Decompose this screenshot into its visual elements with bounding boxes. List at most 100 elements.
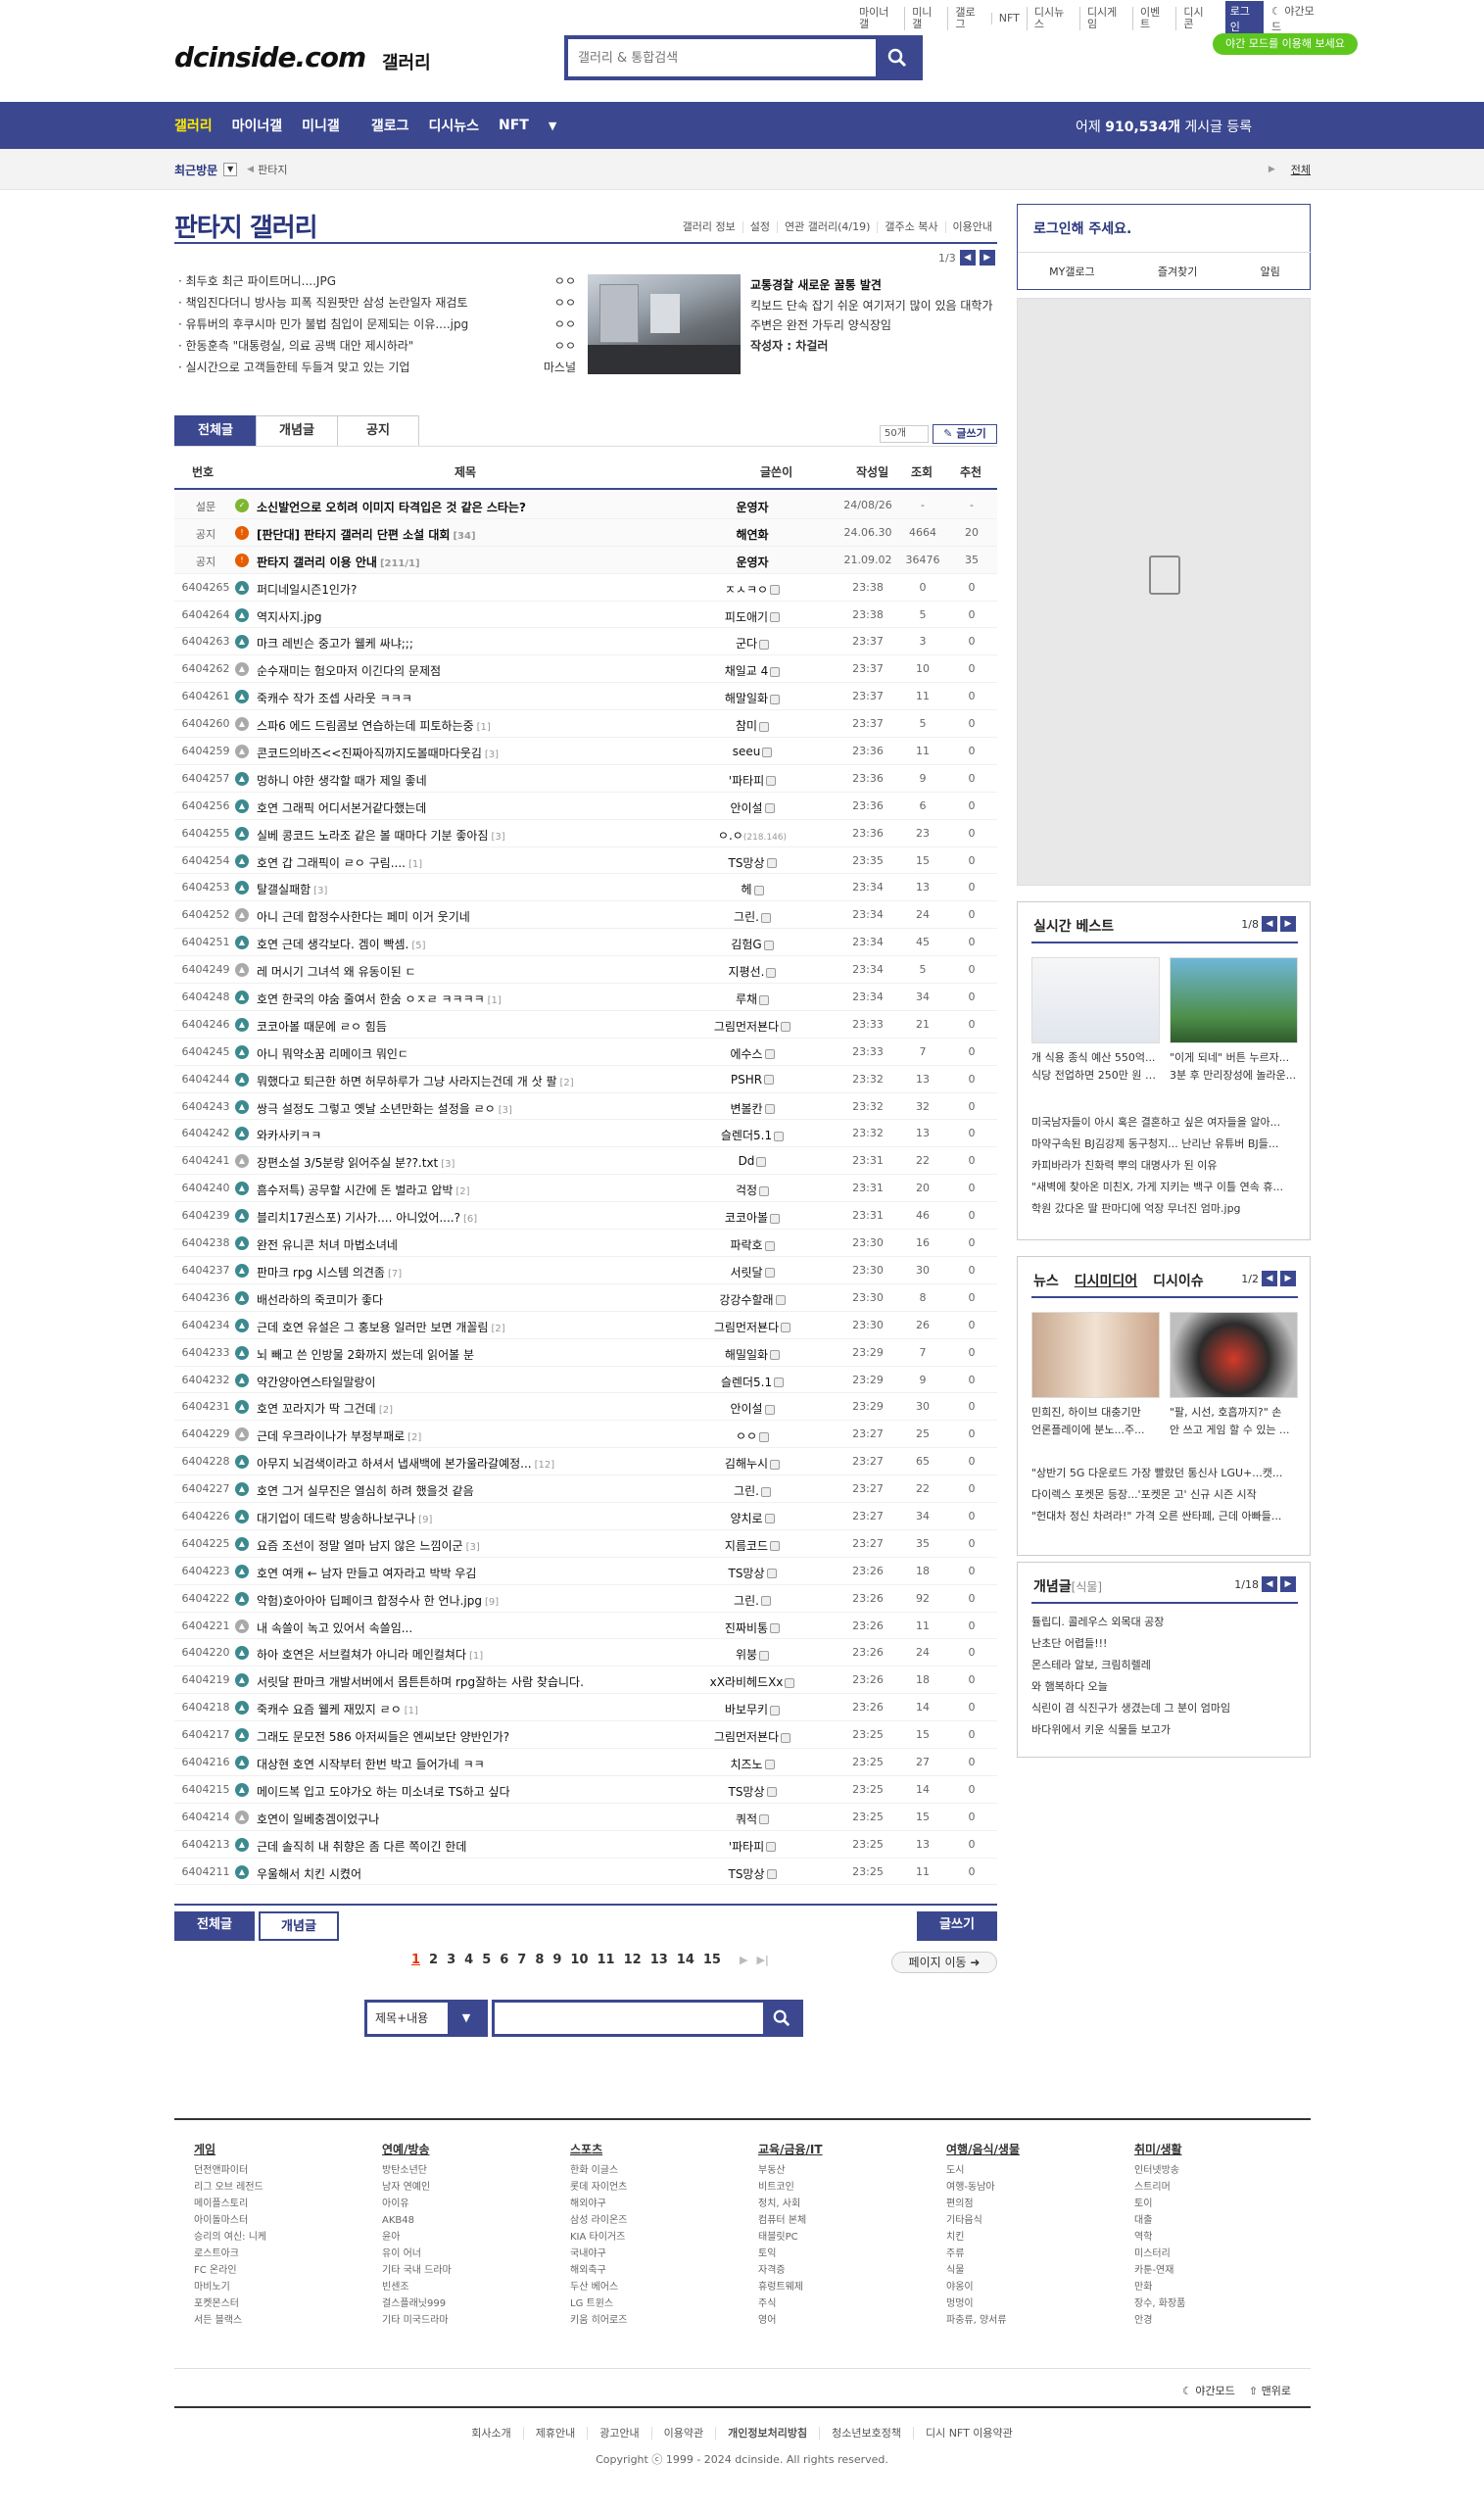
widget-list-item[interactable]: "헌대차 정신 차려라!" 가격 오른 싼타페, 근데 아빠들... (1031, 1506, 1298, 1527)
post-title-text[interactable]: 판마크 rpg 시스템 의견좀 (257, 1266, 385, 1280)
footer-link[interactable]: 청소년보호정책 (819, 2427, 913, 2440)
table-row[interactable]: 6404243 ▲ 쌍극 설정도 그렇고 옛날 소년만화는 설정을 ㄹㅇ [3] 변볼칸… (174, 1093, 997, 1121)
next-icon[interactable]: ▶ (1280, 1271, 1296, 1286)
write-button-bottom[interactable]: 글쓰기 (917, 1911, 997, 1941)
widget-list-item[interactable]: 식린이 겸 식진구가 생겼는데 그 분이 엄마임 (1031, 1698, 1298, 1719)
post-writer[interactable]: 참미 (684, 717, 821, 734)
post-title-text[interactable]: 스파6 에드 드림콤보 연습하는데 피토하는중 (257, 719, 474, 733)
post-title[interactable]: 호연 여캐 ← 남자 만들고 여자라고 박박 우김 (257, 1565, 678, 1581)
gallog-icon[interactable] (766, 1569, 777, 1579)
writer-nick[interactable]: 그림먼저뵨다 (714, 1020, 779, 1034)
gallog-icon[interactable] (759, 1814, 770, 1825)
post-title-text[interactable]: 죽캐수 작가 조셉 사라웃 ㅋㅋㅋ (257, 692, 412, 705)
footer-night-mode[interactable]: 야간모드 (1195, 2385, 1234, 2397)
post-title[interactable]: 대기업이 데드락 방송하나보구나 [9] (257, 1510, 678, 1526)
post-title-text[interactable]: 뇌 빼고 쓴 인방물 2화까지 썼는데 읽어볼 분 (257, 1348, 474, 1362)
util-link[interactable]: 디시뉴스 (1026, 7, 1079, 30)
footer-category-title[interactable]: 게임 (194, 2142, 266, 2158)
footer-category-link[interactable]: 남자 연예인 (382, 2179, 452, 2196)
gallog-icon[interactable] (766, 1787, 777, 1798)
table-row[interactable]: 6404255 ▲ 실베 콩코드 노라조 같은 볼 때마다 기분 좋아짐 [3] ㅇ.ㅇ… (174, 820, 997, 847)
recent-post-title[interactable]: 유튜버의 후쿠시마 민가 불법 침입이 문제되는 이유....jpg (174, 314, 554, 335)
news-thumb-2[interactable] (1170, 1312, 1298, 1398)
writer-nick[interactable]: 진짜비통 (725, 1621, 768, 1635)
post-writer[interactable]: 루채 (684, 991, 821, 1007)
footer-category-link[interactable]: 정치, 사회 (758, 2196, 823, 2212)
post-title-text[interactable]: 우울해서 치킨 시켰어 (257, 1867, 361, 1881)
writer-nick[interactable]: 슬렌더5.1 (721, 1129, 772, 1142)
post-title[interactable]: 호연 갑 그래픽이 ㄹㅇ 구림.... [1] (257, 854, 678, 871)
writer-nick[interactable]: 양치로 (730, 1512, 762, 1525)
gallog-icon[interactable] (781, 1022, 791, 1033)
post-title-text[interactable]: 아니 근데 합정수사한다는 페미 이거 웃기네 (257, 910, 470, 924)
login-button[interactable]: 로그인 (1224, 1, 1265, 36)
footer-category-link[interactable]: 윤아 (382, 2229, 452, 2246)
post-title[interactable]: 퍼디네일시즌1인가? (257, 581, 678, 598)
news-summary[interactable]: 교통경찰 새로운 꿀통 발견 킥보드 단속 잡기 쉬운 여기저기 많이 있음 대… (750, 274, 995, 357)
post-title-text[interactable]: 코코아볼 때문에 ㄹㅇ 힘듬 (257, 1020, 387, 1034)
footer-category-link[interactable]: 유이 어너 (382, 2246, 452, 2262)
page-link[interactable]: 10 (570, 1953, 588, 1967)
post-writer[interactable]: 운영자 (684, 499, 821, 515)
comment-count[interactable]: [1] (408, 859, 422, 870)
post-writer[interactable]: 강강수할래 (684, 1291, 821, 1308)
widget-list-item[interactable]: 미국남자들이 아시 혹은 결혼하고 싶은 여자들을 알아... (1031, 1112, 1298, 1134)
thumb-caption[interactable]: 민희진, 하이브 대충기만 언론플레이에 분노...주... (1031, 1404, 1160, 1439)
post-writer[interactable]: 바보무키 (684, 1701, 821, 1717)
gallery-menu-item[interactable]: 갤러리 정보 (676, 221, 742, 233)
night-mode-toggle[interactable]: ☾ 야간모드 (1264, 3, 1322, 34)
footer-category-link[interactable]: 주류 (946, 2246, 1020, 2262)
news-thumb-1[interactable] (1031, 1312, 1160, 1398)
post-writer[interactable]: TS망상 (684, 1783, 821, 1800)
table-row[interactable]: 6404226 ▲ 대기업이 데드락 방송하나보구나 [9] 양치로 23:27 34 0 (174, 1503, 997, 1530)
post-title[interactable]: 메이드복 입고 도야가오 하는 미소녀로 TS하고 싶다 (257, 1783, 678, 1800)
writer-nick[interactable]: '파타피 (729, 1840, 764, 1854)
table-row[interactable]: 6404265 ▲ 퍼디네일시즌1인가? ㅈㅅㅋㅇ 23:38 0 0 (174, 574, 997, 602)
gallery-title[interactable]: 판타지 갤러리 (174, 208, 318, 244)
post-title[interactable]: 스파6 에드 드림콤보 연습하는데 피토하는중 [1] (257, 717, 678, 734)
post-title[interactable]: 실베 콩코드 노라조 같은 볼 때마다 기분 좋아짐 [3] (257, 827, 678, 844)
footer-category-link[interactable]: 리그 오브 레전드 (194, 2179, 266, 2196)
post-title-text[interactable]: 하아 호연은 서브컬쳐가 아니라 메인컬쳐다 (257, 1648, 466, 1662)
post-title[interactable]: 완전 유니콘 처녀 마법소녀네 (257, 1236, 678, 1253)
comment-count[interactable]: [12] (535, 1460, 555, 1471)
footer-link[interactable]: 제휴안내 (522, 2427, 588, 2440)
widget-list-item[interactable]: 학원 갔다온 딸 판마디에 억장 무너진 엄마.jpg (1031, 1198, 1298, 1220)
gallery-menu-item[interactable]: 갤주소 복사 (877, 221, 944, 233)
gallog-icon[interactable] (774, 1131, 785, 1141)
post-title-text[interactable]: [판단대] 판타지 갤러리 단편 소설 대회 (257, 528, 450, 542)
gallog-icon[interactable] (753, 885, 764, 895)
search-input[interactable] (568, 39, 876, 76)
writer-nick[interactable]: seeu (733, 745, 761, 758)
footer-category-link[interactable]: 휴렁트웨제 (758, 2279, 823, 2296)
footer-category-title[interactable]: 교육/금융/IT (758, 2142, 823, 2158)
footer-category-link[interactable]: 컴퓨터 본체 (758, 2212, 823, 2229)
table-row[interactable]: 6404244 ▲ 뭐했다고 퇴근한 하면 허무하루가 그냥 사라지는건데 개 삿 … (174, 1066, 997, 1093)
widget-list-item[interactable]: 튤립디. 콜레우스 외목대 공장 (1031, 1612, 1298, 1633)
writer-nick[interactable]: 서릿달 (730, 1266, 762, 1280)
table-row[interactable]: 6404237 ▲ 판마크 rpg 시스템 의견좀 [7] 서릿달 23:30 30 0 (174, 1257, 997, 1284)
gallog-icon[interactable] (759, 1650, 770, 1661)
post-title-text[interactable]: 아니 뭐약소꿈 리메이크 뭐인ㄷ (257, 1047, 408, 1061)
gallog-icon[interactable] (766, 967, 777, 978)
post-writer[interactable]: TS망상 (684, 1565, 821, 1581)
post-title[interactable]: 호연 그래픽 어디서본거같다했는데 (257, 799, 678, 816)
post-title[interactable]: 배선라하의 죽코미가 좋다 (257, 1291, 678, 1308)
comment-count[interactable]: [3] (441, 1159, 455, 1170)
table-row[interactable]: 6404220 ▲ 하아 호연은 서브컬쳐가 아니라 메인컬쳐다 [1] 위붕 23:26… (174, 1639, 997, 1667)
recent-post-item[interactable]: 최두호 최근 파이트머니....JPGㅇㅇ (174, 270, 576, 292)
comment-count[interactable]: [34] (453, 531, 475, 542)
post-title-text[interactable]: 서릿달 판마크 개발서버에서 몹튼튼하며 rpg잘하는 사람 찾습니다. (257, 1675, 584, 1689)
post-writer[interactable]: 지평선. (684, 963, 821, 980)
post-title-text[interactable]: 레 머시기 그녀석 왜 유동이된 ㄷ (257, 965, 416, 979)
footer-link[interactable]: 개인정보처리방침 (715, 2427, 820, 2440)
gallog-icon[interactable] (759, 994, 770, 1005)
writer-nick[interactable]: 헤 (741, 883, 751, 896)
news-tab[interactable]: 디시이슈 (1153, 1271, 1204, 1290)
table-row[interactable]: 공지! [판단대] 판타지 갤러리 단편 소설 대회 [34] 해연화 24.06.30… (174, 518, 997, 547)
post-writer[interactable]: 김해누시 (684, 1455, 821, 1472)
recent-post-title[interactable]: 최두호 최근 파이트머니....JPG (174, 270, 554, 292)
writer-nick[interactable]: 피도애기 (725, 610, 768, 624)
post-title-text[interactable]: 대상현 호연 시작부터 한번 박고 들어가네 ㅋㅋ (257, 1758, 485, 1771)
post-title[interactable]: 약간양아연스타일말랑이 (257, 1374, 678, 1390)
